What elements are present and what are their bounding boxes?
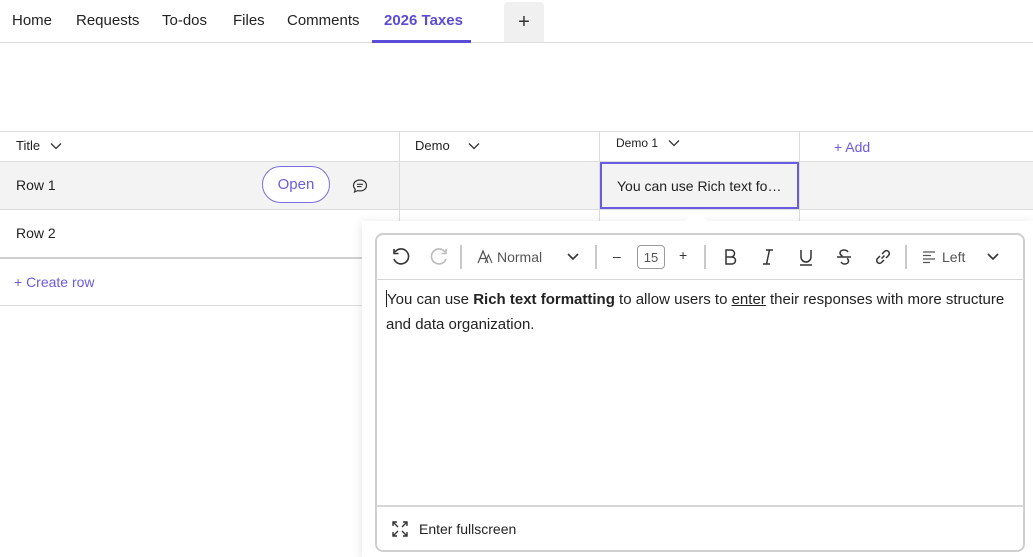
- column-header-label: Demo: [415, 138, 450, 153]
- chevron-down-icon[interactable]: [986, 251, 1000, 263]
- active-tab-indicator: [372, 40, 471, 43]
- selected-cell-demo-1[interactable]: You can use Rich text fo…: [600, 162, 799, 209]
- content-bold-text: Rich text formatting: [473, 291, 615, 308]
- tab-2026-taxes[interactable]: 2026 Taxes: [384, 12, 463, 29]
- tab-files[interactable]: Files: [233, 12, 265, 29]
- tab-home[interactable]: Home: [12, 12, 52, 29]
- add-column-button[interactable]: + Add: [834, 139, 870, 155]
- chevron-down-icon: [668, 140, 680, 147]
- row-1-highlight: [0, 162, 1033, 209]
- table-top-border: [0, 131, 1033, 132]
- table-bottom-border: [0, 305, 362, 306]
- row-divider: [0, 257, 362, 259]
- column-divider: [399, 131, 400, 221]
- toolbar-divider: [376, 279, 1024, 280]
- add-tab-button[interactable]: +: [504, 2, 544, 42]
- link-icon[interactable]: [870, 245, 896, 269]
- row-divider: [0, 209, 1033, 210]
- content-underlined-text: enter: [731, 291, 766, 308]
- increase-font-size-button[interactable]: +: [679, 247, 687, 263]
- tab-to-dos[interactable]: To-dos: [162, 12, 207, 29]
- comment-icon[interactable]: [352, 178, 368, 194]
- column-header-demo[interactable]: Demo: [415, 138, 480, 153]
- header-bottom-border: [0, 161, 1033, 162]
- column-header-title[interactable]: Title: [16, 138, 62, 153]
- column-divider: [799, 131, 800, 221]
- plus-icon: +: [518, 10, 530, 33]
- chevron-down-icon[interactable]: [566, 251, 580, 263]
- chevron-down-icon: [50, 142, 62, 149]
- toolbar-separator: [595, 245, 597, 269]
- open-row-button[interactable]: Open: [262, 166, 330, 203]
- tab-comments[interactable]: Comments: [287, 12, 360, 29]
- align-left-icon: [916, 245, 942, 269]
- underline-icon[interactable]: [793, 245, 819, 269]
- content-text: You can use: [387, 291, 474, 308]
- row-2-title[interactable]: Row 2: [16, 225, 56, 241]
- chevron-down-icon: [468, 142, 480, 149]
- decrease-font-size-button[interactable]: –: [613, 248, 621, 264]
- enter-fullscreen-button[interactable]: Enter fullscreen: [419, 521, 516, 537]
- expand-icon[interactable]: [391, 520, 409, 538]
- content-text: to allow users to: [614, 291, 732, 308]
- toolbar-separator: [905, 245, 907, 269]
- font-size-input[interactable]: 15: [637, 245, 665, 269]
- column-header-label: Demo 1: [616, 136, 659, 150]
- tab-bar: Home Requests To-dos Files Comments 2026…: [0, 0, 1033, 43]
- toolbar-separator: [704, 245, 706, 269]
- footer-divider: [376, 505, 1024, 507]
- toolbar-separator: [460, 245, 462, 269]
- text-style-icon: [472, 245, 498, 269]
- text-style-select[interactable]: Normal: [497, 249, 542, 265]
- redo-icon[interactable]: [426, 245, 452, 269]
- alignment-select[interactable]: Left: [942, 249, 965, 265]
- create-row-button[interactable]: + Create row: [14, 274, 95, 290]
- undo-icon[interactable]: [388, 245, 414, 269]
- strikethrough-icon[interactable]: [831, 245, 857, 269]
- italic-icon[interactable]: [755, 245, 781, 269]
- column-header-label: Title: [16, 138, 41, 153]
- row-1-title[interactable]: Row 1: [16, 177, 56, 193]
- tab-requests[interactable]: Requests: [76, 12, 139, 29]
- editor-content[interactable]: You can use Rich text formatting to allo…: [386, 287, 1016, 337]
- column-header-demo-1[interactable]: Demo 1: [616, 136, 680, 150]
- bold-icon[interactable]: [717, 245, 743, 269]
